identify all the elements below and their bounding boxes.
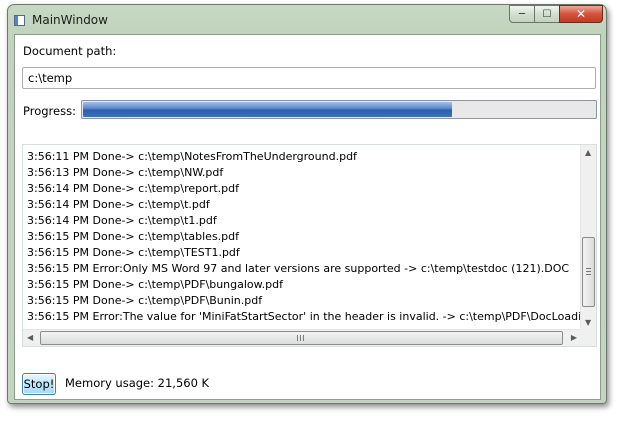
log-line[interactable]: 3:56:11 PM Done-> c:\temp\NotesFromTheUn… [27, 149, 357, 165]
log-lines: 3:56:11 PM Done-> c:\temp\NotesFromTheUn… [23, 145, 581, 330]
log-line[interactable]: 3:56:15 PM Error:Only MS Word 97 and lat… [27, 261, 569, 277]
close-icon: ✕ [575, 7, 587, 21]
scroll-corner [580, 329, 596, 346]
horizontal-scroll-thumb[interactable] [40, 331, 563, 345]
window-title: MainWindow [32, 13, 108, 27]
log-line[interactable]: 3:56:14 PM Done-> c:\temp\t1.pdf [27, 213, 217, 229]
progress-label: Progress: [23, 104, 76, 118]
log-line[interactable]: 3:56:15 PM Done-> c:\temp\PDF\Bunin.pdf [27, 293, 262, 309]
title-bar[interactable]: MainWindow ─ ☐ ✕ [8, 5, 606, 33]
scroll-down-arrow-icon[interactable]: ▼ [585, 318, 591, 327]
log-line[interactable]: 3:56:14 PM Done-> c:\temp\report.pdf [27, 181, 239, 197]
horizontal-scrollbar[interactable]: ◀ ▶ [23, 329, 581, 346]
log-line[interactable]: 3:56:15 PM Done-> c:\temp\tables.pdf [27, 229, 239, 245]
main-window: MainWindow ─ ☐ ✕ Document path: Progress… [7, 4, 607, 404]
minimize-button[interactable]: ─ [509, 5, 535, 23]
document-path-label: Document path: [23, 44, 117, 58]
progress-bar [81, 100, 597, 119]
document-path-input[interactable] [22, 67, 596, 89]
log-line[interactable]: 3:56:13 PM Done-> c:\temp\NW.pdf [27, 165, 223, 181]
minimize-icon: ─ [518, 8, 526, 20]
caption-buttons: ─ ☐ ✕ [509, 5, 603, 24]
vertical-scroll-thumb[interactable] [582, 237, 595, 307]
maximize-icon: ☐ [542, 8, 552, 20]
log-listbox[interactable]: 3:56:11 PM Done-> c:\temp\NotesFromTheUn… [22, 144, 597, 347]
stop-button[interactable]: Stop! [22, 373, 56, 395]
log-line[interactable]: 3:56:15 PM Error:The value for 'MiniFatS… [27, 309, 581, 325]
grip-line [586, 268, 591, 269]
log-line[interactable]: 3:56:15 PM Done-> c:\temp\TEST1.pdf [27, 245, 240, 261]
memory-usage-text: Memory usage: 21,560 K [65, 376, 210, 390]
maximize-button[interactable]: ☐ [534, 5, 560, 23]
close-button[interactable]: ✕ [559, 5, 603, 23]
log-line[interactable]: 3:56:14 PM Done-> c:\temp\t.pdf [27, 197, 210, 213]
scroll-up-arrow-icon[interactable]: ▲ [585, 148, 591, 157]
grip-line [297, 335, 298, 341]
progress-bar-fill [83, 102, 452, 117]
grip-line [586, 274, 591, 275]
client-area: Document path: Progress: 3:56:11 PM Done… [14, 34, 601, 400]
grip-line [586, 271, 591, 272]
grip-line [303, 335, 304, 341]
app-icon[interactable] [14, 15, 25, 26]
grip-line [300, 335, 301, 341]
scroll-right-arrow-icon[interactable]: ▶ [571, 333, 577, 342]
log-line[interactable]: 3:56:15 PM Done-> c:\temp\PDF\bungalow.p… [27, 277, 283, 293]
vertical-scrollbar[interactable]: ▲ ▼ [580, 145, 596, 330]
scroll-left-arrow-icon[interactable]: ◀ [27, 333, 33, 342]
